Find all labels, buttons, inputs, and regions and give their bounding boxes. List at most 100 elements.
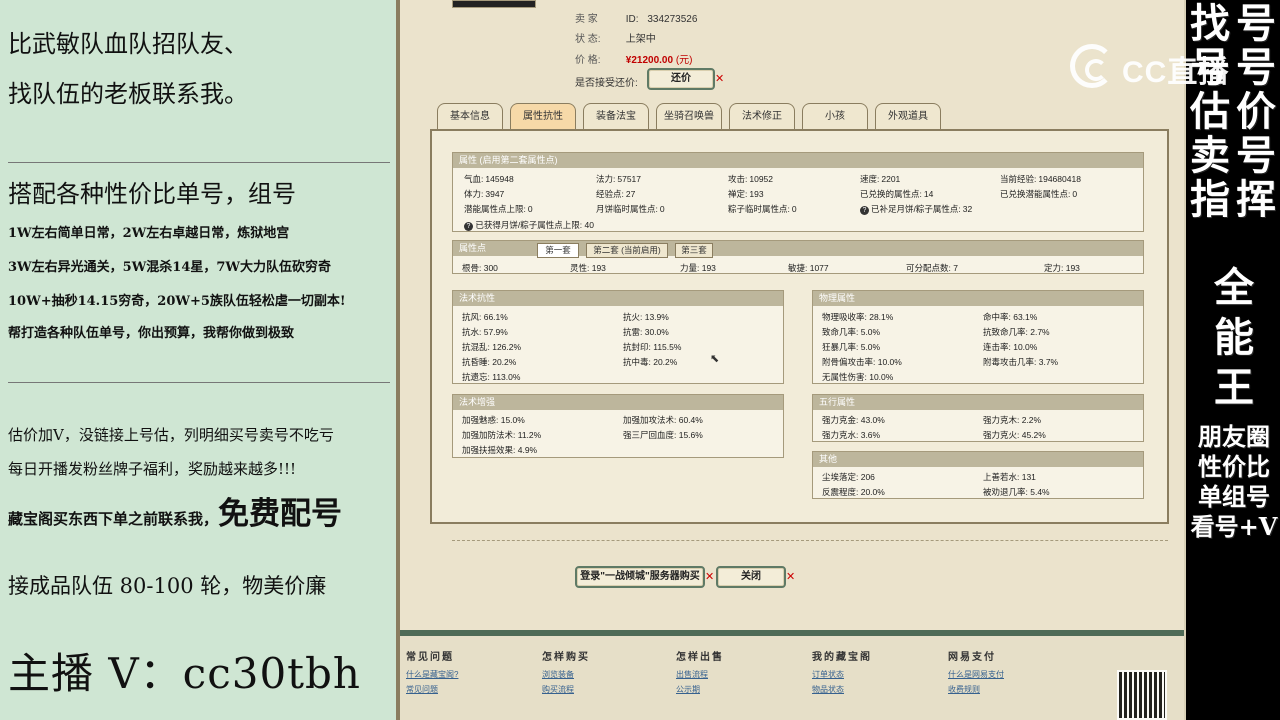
stat-cell: 抗致命几率: 2.7% (983, 327, 1050, 337)
attribute-value: 0 (1072, 189, 1078, 199)
price-row: 价 格: ¥21200.00 (元) (575, 51, 693, 66)
bargain-row: 是否接受还价: (575, 74, 638, 89)
stat-cell: 抗中毒: 20.2% (623, 357, 678, 367)
stat-cell: 被劝退几率: 5.4% (983, 487, 1050, 497)
attribute-label: 攻击: (728, 174, 748, 184)
bargain-button[interactable]: 还价 (647, 68, 715, 90)
stat-cell: 物理吸收率: 28.1% (822, 312, 894, 322)
tab-spell-correction[interactable]: 法术修正 (729, 103, 795, 129)
help-icon: ? (860, 206, 869, 215)
attribute-label: 粽子临时属性点: (728, 204, 790, 214)
footer-link[interactable]: 物品状态 (812, 684, 872, 695)
subtab-set-three[interactable]: 第三套 (675, 243, 713, 258)
tab-appearance[interactable]: 外观道具 (875, 103, 941, 129)
subtab-set-two[interactable]: 第二套 (当前启用) (586, 243, 668, 258)
note-text: 已获得月饼/粽子属性点上限: 40 (475, 220, 594, 230)
promo-line: 10W+抽秒14.15穷奇，20W+5族队伍轻松虐一切副本! (8, 294, 346, 309)
attribute-label: 禅定: (728, 189, 748, 199)
footer-link[interactable]: 公示期 (676, 684, 724, 695)
close-button[interactable]: 关闭 (716, 566, 786, 588)
footer-link[interactable]: 什么是网易支付 (948, 669, 1004, 680)
five-elements-header: 五行属性 (813, 395, 1143, 410)
promo-char: 看号+V (1190, 512, 1278, 541)
point-value: 根骨: 300 (462, 263, 498, 273)
subtab-set-one[interactable]: 第一套 (537, 243, 579, 258)
attribute-cell: 月饼临时属性点: 0 (596, 203, 665, 215)
attribute-cell: 已兑换的属性点: 14 (860, 188, 933, 200)
stat-cell: 抗雷: 30.0% (623, 327, 669, 337)
footer-title: 我的藏宝阁 (812, 652, 872, 663)
point-value: 定力: 193 (1044, 263, 1080, 273)
footer-title: 网易支付 (948, 652, 996, 663)
stat-cell: 强力克火: 45.2% (983, 430, 1046, 440)
attribute-cell: 禅定: 193 (728, 188, 764, 200)
footer-link[interactable]: 订单状态 (812, 669, 872, 680)
promo-char: 号 (1236, 44, 1276, 91)
close-x-icon: ✕ (786, 571, 796, 583)
promo-char: 能 (1214, 314, 1254, 361)
promo-line: 帮打造各种队伍单号，你出预算，我帮你做到极致 (8, 326, 295, 341)
tab-attributes[interactable]: 属性抗性 (510, 103, 576, 129)
promo-line: 比武敏队血队招队友、 (8, 30, 248, 58)
promo-char: 找 (1190, 0, 1230, 47)
promo-line: 3W左右异光通关，5W混杀14星，7W大力队伍砍穷奇 (8, 260, 332, 275)
footer-link[interactable]: 常见问题 (406, 684, 458, 695)
tab-mounts-pets[interactable]: 坐骑召唤兽 (656, 103, 722, 129)
attribute-value: 0 (659, 204, 665, 214)
footer-link[interactable]: 出售流程 (676, 669, 724, 680)
price-unit: (元) (675, 55, 693, 66)
attribute-cell: 攻击: 10952 (728, 173, 773, 185)
attribute-value: 193 (749, 189, 764, 199)
tab-children[interactable]: 小孩 (802, 103, 868, 129)
promo-char: 号 (1236, 132, 1276, 179)
attribute-cell: 已兑换潜能属性点: 0 (1000, 188, 1077, 200)
attribute-value: 0 (527, 204, 533, 214)
status-label: 状 态: (575, 34, 601, 45)
price-value: ¥21200.00 (625, 55, 674, 66)
stat-cell: 加强扶摇效果: 4.9% (462, 445, 538, 455)
attribute-cell: 潜能属性点上限: 0 (464, 203, 533, 215)
attribute-label: 体力: (464, 189, 484, 199)
price-label: 价 格: (575, 55, 601, 66)
point-value: 可分配点数: 7 (906, 263, 958, 273)
stat-cell: 抗混乱: 126.2% (462, 342, 522, 352)
promo-char: 指 (1190, 176, 1230, 223)
stat-cell: 致命几率: 5.0% (822, 327, 881, 337)
stat-cell: 狂暴几率: 5.0% (822, 342, 881, 352)
promo-char: 单组号 (1198, 482, 1270, 511)
seller-label: 卖 家 (575, 14, 598, 25)
footer-link[interactable]: 购买流程 (542, 684, 590, 695)
cc-live-watermark: CC直播 (1070, 42, 1240, 90)
attribute-label: 当前经验: (1000, 174, 1037, 184)
promo-char: 卖 (1190, 132, 1230, 179)
bargain-label: 是否接受还价: (575, 78, 638, 89)
stat-cell: 抗遗忘: 113.0% (462, 372, 521, 382)
attribute-value: 10952 (749, 174, 774, 184)
attribute-cell: ? 已补足月饼/粽子属性点: 32 (860, 203, 972, 215)
tab-equipment[interactable]: 装备法宝 (583, 103, 649, 129)
seller-id-label: ID: (625, 14, 639, 25)
status-value: 上架中 (625, 34, 656, 45)
tab-basic-info[interactable]: 基本信息 (437, 103, 503, 129)
stat-cell: 尘埃落定: 206 (822, 472, 875, 482)
point-value: 灵性: 193 (570, 263, 606, 273)
magic-boost-header: 法术增强 (453, 395, 783, 410)
promo-char: 号 (1236, 0, 1276, 47)
watermark-text: CC直播 (1122, 56, 1230, 89)
divider (8, 162, 390, 163)
login-buy-button[interactable]: 登录"一战倾城"服务器购买 (575, 566, 705, 588)
attribute-label: 月饼临时属性点: (596, 204, 658, 214)
divider (8, 382, 390, 383)
attribute-value: 3947 (485, 189, 505, 199)
promo-highlight: 免费配号 (218, 496, 343, 532)
footer-link[interactable]: 什么是藏宝阁? (406, 669, 458, 680)
footer-link[interactable]: 浏览装备 (542, 669, 590, 680)
stat-cell: 强三尸回血度: 15.6% (623, 430, 703, 440)
stat-cell: 反震程度: 20.0% (822, 487, 885, 497)
promo-line: 估价加V，没链接上号估，列明细买号卖号不吃亏 (8, 426, 334, 444)
footer-col-buy: 怎样购买 浏览装备 购买流程 (542, 648, 590, 699)
seller-row: 卖 家 ID: 334273526 (575, 10, 697, 25)
close-x-icon: ✕ (705, 571, 715, 583)
promo-char: 挥 (1236, 176, 1276, 223)
footer-link[interactable]: 收费规则 (948, 684, 1004, 695)
